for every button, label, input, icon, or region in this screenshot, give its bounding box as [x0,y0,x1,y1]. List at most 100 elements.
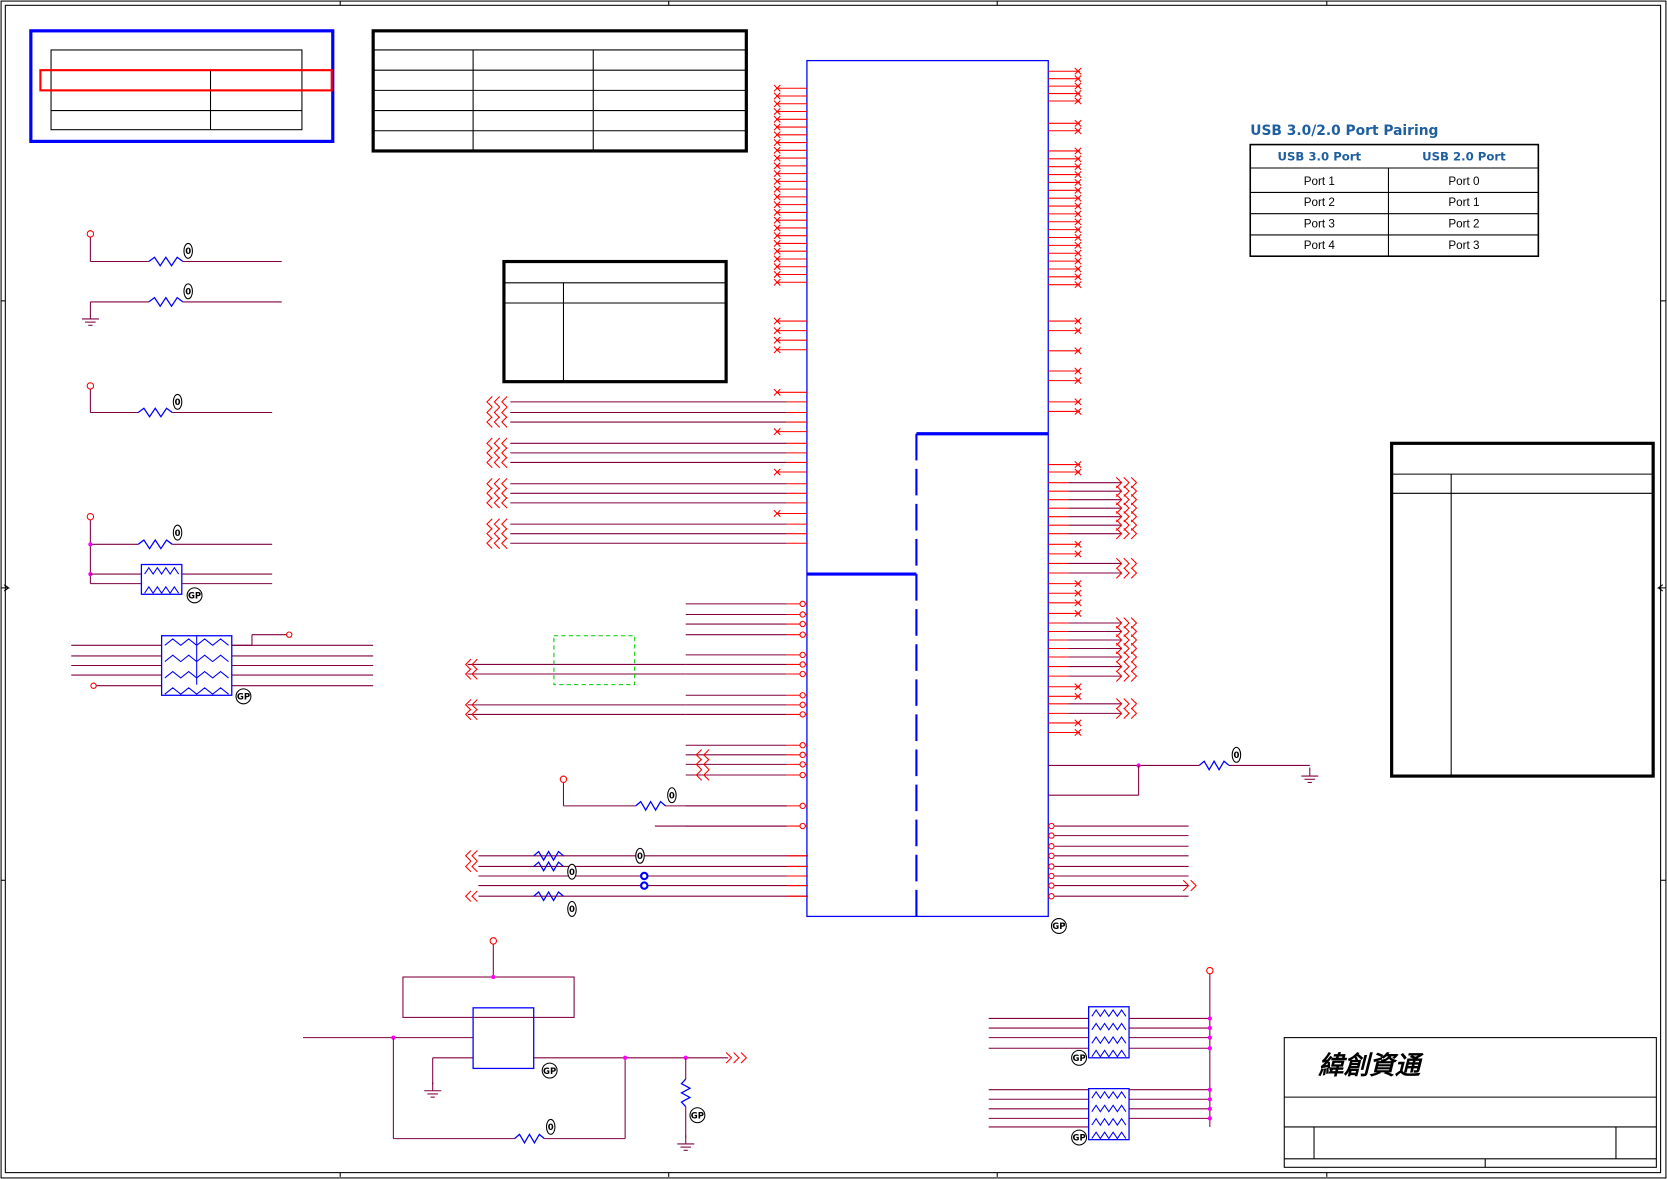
connector-pin [799,761,806,768]
title-block: 緯創資通 [1283,1037,1657,1168]
off-page-connector [493,487,501,499]
strap-table [502,259,728,384]
power-port-icon [86,382,95,390]
resistor-pack [1088,1087,1130,1141]
junction-dot [1207,1046,1212,1051]
off-page-connector [501,406,508,419]
connector-pin [90,682,97,689]
connector-pin [1048,822,1055,830]
off-page-connector [471,850,478,862]
usb-header-30: USB 3.0 Port [1278,150,1362,164]
junction-dot [623,1055,628,1060]
connector-pin [285,631,293,638]
resistor [1198,759,1230,771]
badge-label: 0 [669,791,675,801]
resistor-pack-element [164,687,229,695]
off-page-connector [493,478,501,490]
off-page-connector [501,487,508,499]
zone-arrow [1656,584,1666,592]
connector-pin [799,692,806,699]
junction-dot [88,542,93,547]
resistor [148,256,184,267]
off-page-connector [486,518,493,530]
off-page-connector [501,478,508,490]
usb-cell: Port 2 [1448,218,1479,231]
usb-cell: Port 3 [1304,218,1335,231]
off-page-connector [1130,707,1138,720]
badge-label: 0 [175,398,181,408]
badge-label: GP [1072,1054,1085,1064]
badge-label: GP [1052,922,1065,932]
off-page-connector [486,537,493,549]
power-port-icon [86,230,95,238]
usb-port-pairing-table: USB 3.0/2.0 Port Pairing USB 3.0 Port US… [1250,123,1506,252]
annotation-tables [29,29,1655,778]
connector-pin [799,631,806,638]
connector-pin [1048,882,1055,889]
resistor-pack-element [144,566,180,576]
components: 0 0 0 0 0 GP 0 0 0 0 GP GP 0 GP GP GP GP [81,230,1319,1151]
off-page-connector [493,406,501,419]
sheet-frame [0,0,1667,1179]
off-page-connector [493,416,501,428]
off-page-connector [501,497,508,509]
connector-pin [799,611,806,618]
wire-loop [402,976,575,1018]
usb-cell: Port 0 [1448,175,1480,188]
connector-pin [799,822,806,830]
connector-pin [799,802,806,810]
resistor [680,1078,692,1108]
off-page-connector [1130,567,1138,579]
usb-cell: Port 2 [1304,196,1335,209]
off-page-connector [464,850,472,862]
off-page-connector [493,396,501,408]
test-point [640,881,649,890]
off-page-connector [486,487,493,499]
off-page-connector [493,447,501,459]
off-page-connector [486,416,493,428]
off-page-connector [1123,698,1130,710]
badge-label: GP [188,592,201,602]
resistor-pack-element [1091,1009,1127,1018]
dashed-region [553,635,636,686]
off-page-connector [486,497,493,509]
connector-pin [1048,843,1055,850]
junction-dot [1207,1087,1212,1092]
resistor [635,800,666,812]
resistor-pack-element [1091,1104,1127,1113]
off-page-connector [733,1052,740,1064]
off-page-connector [501,518,508,530]
power-port-icon [86,512,95,521]
usb-cell: Port 4 [1304,239,1336,252]
off-page-connector [486,396,493,408]
main-ic-symbol [806,59,1049,918]
resistor [137,407,173,418]
off-page-connector [493,456,501,469]
connector-pin [799,751,806,759]
connector-pin [799,661,806,668]
power-port-icon [559,775,568,783]
off-page-connector [486,478,493,490]
resistor-pack-element [1091,1022,1127,1031]
badge-label: 0 [637,852,643,862]
sheet-outer-border [0,0,1667,1179]
off-page-connector [486,406,493,419]
usb-cell: Port 1 [1448,196,1479,209]
off-page-connector [501,447,508,459]
badge-label: 0 [1233,751,1239,761]
badge-label: 0 [185,287,191,297]
off-page-connector [486,527,493,540]
off-page-connector [501,527,508,540]
badge-label: 0 [569,905,575,915]
resistor [148,296,184,308]
revision-box [29,29,335,143]
off-page-connector [464,890,472,902]
resistor-pack-element [1091,1035,1127,1045]
off-page-connector [740,1052,748,1064]
sheet-border [4,4,1662,1174]
off-page-connector [471,860,478,873]
connector-pin [799,620,806,628]
connector-pin [1048,852,1055,860]
resistor-pack [1088,1006,1130,1059]
off-page-connector [1123,660,1130,673]
